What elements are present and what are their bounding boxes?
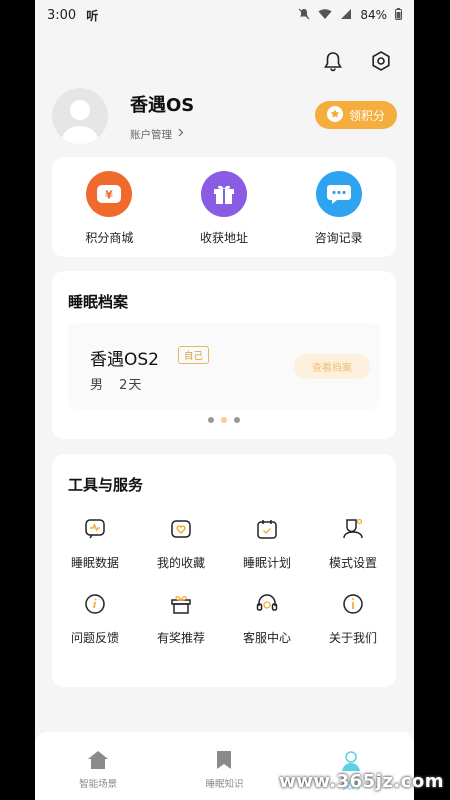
tab-smart-scenes[interactable]: 智能场景 [35, 732, 161, 800]
tab-sleep-knowledge[interactable]: 睡眠知识 [161, 732, 287, 800]
user-info: 香遇OS 账户管理 [130, 91, 194, 142]
tool-feedback[interactable]: 问题反馈 [52, 591, 138, 646]
sleep-record-days: 2天 [119, 378, 143, 393]
sleep-record-gender: 男 [90, 378, 105, 393]
battery-icon [395, 7, 402, 23]
watermark: www.365jz.com [279, 771, 444, 792]
shop-coin-icon: ¥ [86, 171, 133, 217]
bell-icon[interactable] [320, 48, 346, 74]
top-actions [320, 48, 394, 74]
tool-label: 模式设置 [328, 556, 377, 570]
app-screen: 3:00 听 84% 香遇OS 账户管理 领积分 ¥ 积分商城 收获地址 咨询记… [35, 0, 414, 800]
tool-label: 睡眠计划 [242, 556, 291, 570]
feedback-icon [82, 591, 108, 617]
tool-label: 客服中心 [242, 631, 291, 645]
tool-favorites[interactable]: 我的收藏 [138, 516, 224, 571]
user-name: 香遇OS [130, 94, 195, 116]
mute-icon [298, 8, 310, 23]
account-management-link[interactable]: 账户管理 [130, 127, 194, 142]
quick-action-label: 咨询记录 [314, 231, 363, 245]
sleep-records-title: 睡眠档案 [68, 293, 129, 311]
gift-icon [200, 171, 247, 217]
tool-sleep-plan[interactable]: 睡眠计划 [224, 516, 310, 571]
calendar-plan-icon [254, 516, 280, 542]
tool-about-us[interactable]: 关于我们 [310, 591, 396, 646]
headset-icon [254, 591, 280, 617]
svg-text:¥: ¥ [106, 189, 114, 202]
account-management-label: 账户管理 [130, 128, 172, 141]
reward-icon [168, 591, 194, 617]
settings-icon[interactable] [368, 48, 394, 74]
quick-action-points-mall[interactable]: ¥ 积分商城 [69, 171, 149, 246]
bookmark-icon [215, 750, 233, 774]
sleep-records-card: 睡眠档案 香遇OS2 自己 男 2天 查看档案 [52, 271, 396, 439]
tool-label: 我的收藏 [156, 556, 205, 570]
claim-points-label: 领积分 [348, 108, 385, 123]
tool-label: 关于我们 [328, 631, 377, 645]
view-record-button[interactable]: 查看档案 [294, 354, 370, 379]
sleep-record-name: 香遇OS2 [90, 350, 159, 370]
status-right: 84% [298, 7, 402, 23]
tool-label: 有奖推荐 [156, 631, 205, 645]
sleep-data-icon [82, 516, 108, 542]
tab-label: 睡眠知识 [205, 779, 244, 790]
status-time: 3:00 [47, 7, 77, 23]
carousel-dot-active[interactable] [221, 417, 227, 423]
about-icon [340, 591, 366, 617]
tool-referral-reward[interactable]: 有奖推荐 [138, 591, 224, 646]
chevron-right-icon [178, 128, 184, 140]
tool-label: 问题反馈 [70, 631, 119, 645]
tools-title: 工具与服务 [68, 476, 144, 494]
quick-action-label: 收获地址 [199, 231, 248, 245]
tools-services-card: 工具与服务 睡眠数据 我的收藏 睡眠计划 模式设置 问题反馈 有奖推荐 客服中心… [52, 454, 396, 687]
wifi-icon [318, 8, 332, 23]
quick-action-label: 积分商城 [85, 231, 134, 245]
home-icon [87, 750, 109, 774]
profile-header: 香遇OS 账户管理 领积分 [52, 86, 397, 146]
tool-mode-settings[interactable]: 模式设置 [310, 516, 396, 571]
status-carrier: 听 [86, 8, 99, 23]
quick-action-address[interactable]: 收获地址 [184, 171, 264, 246]
avatar[interactable] [52, 88, 108, 144]
tool-customer-service[interactable]: 客服中心 [224, 591, 310, 646]
signal-icon [340, 8, 352, 23]
star-icon [326, 105, 343, 125]
tools-grid: 睡眠数据 我的收藏 睡眠计划 模式设置 问题反馈 有奖推荐 客服中心 关于我们 [52, 516, 396, 646]
battery-text: 84% [360, 8, 387, 22]
tab-label: 智能场景 [79, 779, 118, 790]
tool-sleep-data[interactable]: 睡眠数据 [52, 516, 138, 571]
mode-settings-icon [340, 516, 366, 542]
favorite-icon [168, 516, 194, 542]
carousel-dot[interactable] [234, 417, 240, 423]
carousel-indicator [52, 417, 396, 423]
tool-label: 睡眠数据 [70, 556, 119, 570]
sleep-record-meta: 男 2天 [90, 374, 142, 393]
quick-action-consult[interactable]: 咨询记录 [299, 171, 379, 246]
status-bar: 3:00 听 84% [35, 0, 414, 30]
sleep-record-item[interactable]: 香遇OS2 自己 男 2天 查看档案 [68, 323, 380, 409]
self-tag: 自己 [178, 346, 210, 364]
quick-actions-card: ¥ 积分商城 收获地址 咨询记录 [52, 157, 396, 257]
claim-points-button[interactable]: 领积分 [315, 101, 397, 129]
chat-bubble-icon [315, 171, 362, 217]
carousel-dot[interactable] [208, 417, 214, 423]
